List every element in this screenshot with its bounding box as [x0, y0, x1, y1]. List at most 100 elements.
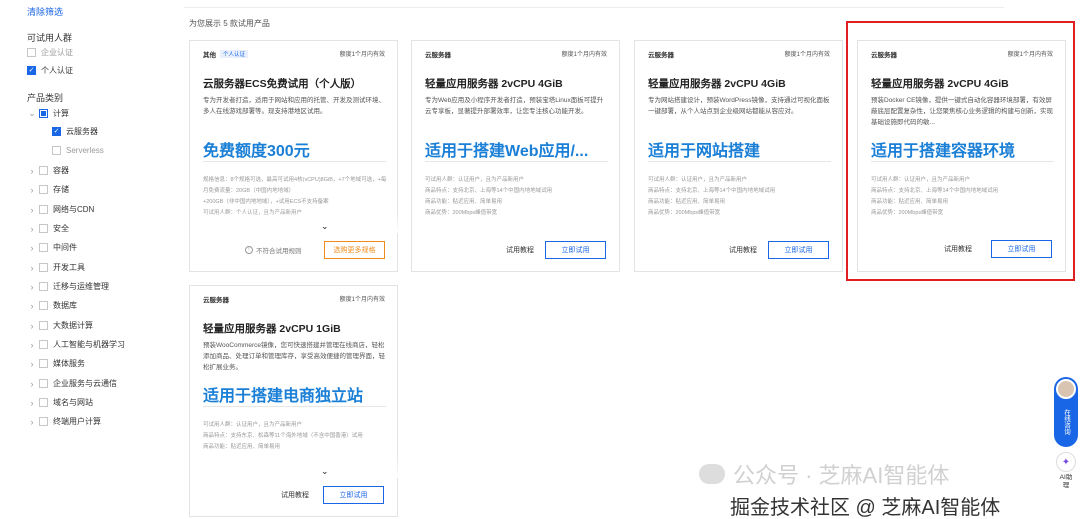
category-title: 产品类别	[27, 93, 64, 103]
card-title: 轻量应用服务器 2vCPU 4GiB	[425, 78, 563, 90]
chevron-right-icon[interactable]: ›	[27, 205, 37, 215]
filter-category[interactable]: › 大数据计算	[27, 320, 94, 331]
chevron-right-icon[interactable]: ›	[27, 417, 37, 427]
checkbox[interactable]	[39, 301, 48, 310]
card-quota: 额度1个月内有效	[339, 52, 385, 58]
checkbox[interactable]	[39, 166, 48, 175]
audience-title: 可试用人群	[27, 33, 73, 43]
filter-sidebar: 清除筛选 可试用人群 企业认证 ✓ 个人认证 产品类别 ⌄ 计算 ✓ 云服务器 …	[0, 0, 180, 519]
filter-category[interactable]: › 终端用户计算	[27, 416, 102, 427]
checkbox[interactable]	[39, 321, 48, 330]
filter-personal-auth[interactable]: ✓ 个人认证	[27, 65, 73, 76]
watermark-juejin: 掘金技术社区 @ 芝麻AI智能体	[730, 497, 1001, 519]
chevron-right-icon[interactable]: ›	[27, 224, 37, 234]
filter-category[interactable]: › 迁移与运维管理	[27, 281, 110, 292]
tutorial-link[interactable]: 试用教程	[500, 241, 540, 259]
card-features: 可试用人群：认证用户，且为产品新用户 商品特点：支持北京、上海等14个中国内地地…	[648, 177, 776, 216]
watermark-wechat: 公众号 · 芝麻AI智能体	[699, 458, 949, 490]
filter-compute[interactable]: ⌄ 计算	[27, 108, 69, 119]
checkbox[interactable]	[39, 282, 48, 291]
product-card-ecs[interactable]: 其他 个人认证 额度1个月内有效 云服务器ECS免费试用（个人版） 专为开发者打造…	[189, 40, 398, 272]
ai-assistant-icon[interactable]: ✦	[1056, 452, 1076, 472]
filter-category[interactable]: › 开发工具	[27, 262, 86, 273]
checkbox[interactable]	[39, 243, 48, 252]
chevron-right-icon[interactable]: ›	[27, 243, 37, 253]
checkbox[interactable]	[39, 224, 48, 233]
card-title: 轻量应用服务器 2vCPU 4GiB	[648, 78, 786, 90]
try-now-button[interactable]: 立即试用	[323, 486, 384, 504]
checkbox-checked[interactable]: ✓	[52, 127, 61, 136]
tutorial-link[interactable]: 试用教程	[275, 486, 315, 504]
card-category: 云服务器	[425, 52, 451, 59]
ai-assistant-label[interactable]: AI助理	[1058, 474, 1074, 490]
checkbox[interactable]	[39, 398, 48, 407]
wechat-icon	[699, 464, 725, 484]
card-headline: 适用于搭建Web应用/...	[425, 143, 589, 160]
tutorial-link[interactable]: 试用教程	[723, 241, 763, 259]
filter-category[interactable]: › 容器	[27, 165, 70, 176]
product-card-web[interactable]: 云服务器 额度1个月内有效 轻量应用服务器 2vCPU 4GiB 专为Web应用…	[411, 40, 620, 272]
checkbox[interactable]	[39, 417, 48, 426]
chevron-right-icon[interactable]: ›	[27, 185, 37, 195]
try-now-button[interactable]: 立即试用	[768, 241, 829, 259]
expand-chevron-icon[interactable]: ⌄	[321, 221, 329, 232]
try-now-button[interactable]: 立即试用	[545, 241, 606, 259]
divider	[203, 406, 386, 407]
filter-category[interactable]: › 企业服务与云通信	[27, 378, 118, 389]
chevron-right-icon[interactable]: ›	[27, 282, 37, 292]
checkbox[interactable]	[39, 340, 48, 349]
fade-overlay	[191, 211, 398, 233]
checkbox[interactable]	[39, 359, 48, 368]
filter-serverless[interactable]: Serverless	[52, 146, 104, 155]
card-desc: 专为Web应用及小程序开发者打造，预装宝塔Linux面板可提升云专享板，显著提升…	[425, 97, 604, 115]
buy-more-specs-button[interactable]: 选购更多规格	[324, 241, 385, 259]
checkbox[interactable]	[52, 146, 61, 155]
checkbox[interactable]	[39, 379, 48, 388]
card-quota: 额度1个月内有效	[561, 52, 607, 58]
chevron-down-icon[interactable]: ⌄	[27, 108, 37, 119]
chevron-right-icon[interactable]: ›	[27, 359, 37, 369]
chevron-right-icon[interactable]: ›	[27, 321, 37, 331]
divider	[648, 161, 831, 162]
card-desc: 专为网站搭建设计，预装WordPress镜像，支持通过可视化面板一键部署，从个人…	[648, 97, 830, 115]
checkbox[interactable]	[27, 48, 36, 57]
checkbox[interactable]	[39, 205, 48, 214]
chevron-right-icon[interactable]: ›	[27, 340, 37, 350]
chevron-right-icon[interactable]: ›	[27, 398, 37, 408]
filter-category[interactable]: › 网络与CDN	[27, 204, 95, 215]
card-desc: 专为开发者打造，适用于网站和应用的托管、开发及测试环境、多人在线游戏部署等。现支…	[203, 97, 385, 115]
card-headline: 免费额度300元	[203, 143, 310, 160]
filter-category[interactable]: › 安全	[27, 223, 70, 234]
product-card-ecommerce[interactable]: 云服务器 额度1个月内有效 轻量应用服务器 2vCPU 1GiB 预装WooCo…	[189, 285, 398, 517]
card-desc: 预装WooCommerce镜像，您可快速搭建并管理在线商店，轻松添加商品、处理订…	[203, 342, 385, 371]
card-headline: 适用于网站搭建	[648, 143, 761, 160]
chevron-right-icon[interactable]: ›	[27, 301, 37, 311]
filter-ecs[interactable]: ✓ 云服务器	[52, 126, 98, 137]
auth-tag: 个人认证	[220, 50, 249, 58]
checkbox-checked[interactable]: ✓	[27, 66, 36, 75]
divider	[203, 161, 386, 162]
product-card-website[interactable]: 云服务器 额度1个月内有效 轻量应用服务器 2vCPU 4GiB 专为网站搭建设…	[634, 40, 843, 272]
fade-overlay	[191, 456, 398, 478]
filter-category[interactable]: › 数据库	[27, 300, 78, 311]
filter-category[interactable]: › 人工智能与机器学习	[27, 339, 126, 350]
filter-category[interactable]: › 媒体服务	[27, 358, 86, 369]
checkbox[interactable]	[39, 185, 48, 194]
chevron-right-icon[interactable]: ›	[27, 379, 37, 389]
clear-filters-link[interactable]: 清除筛选	[27, 5, 63, 18]
filter-category[interactable]: › 域名与网站	[27, 397, 94, 408]
checkbox[interactable]	[39, 263, 48, 272]
card-features: 可试用人群：认证用户，且为产品新用户 商品特点：支持北京、上海等14个中国内地地…	[425, 177, 553, 216]
card-category: 云服务器	[203, 297, 229, 304]
filter-category[interactable]: › 存储	[27, 184, 70, 195]
checkbox-partial[interactable]	[39, 109, 48, 118]
card-category: 云服务器	[648, 52, 674, 59]
rules-link[interactable]: ! 不符合试用规则	[245, 245, 302, 255]
card-quota: 额度1个月内有效	[784, 52, 830, 58]
expand-chevron-icon[interactable]: ⌄	[321, 466, 329, 477]
chevron-right-icon[interactable]: ›	[27, 166, 37, 176]
filter-enterprise-auth[interactable]: 企业认证	[27, 47, 73, 58]
highlight-frame	[846, 21, 1075, 281]
chevron-right-icon[interactable]: ›	[27, 263, 37, 273]
filter-category[interactable]: › 中间件	[27, 242, 78, 253]
